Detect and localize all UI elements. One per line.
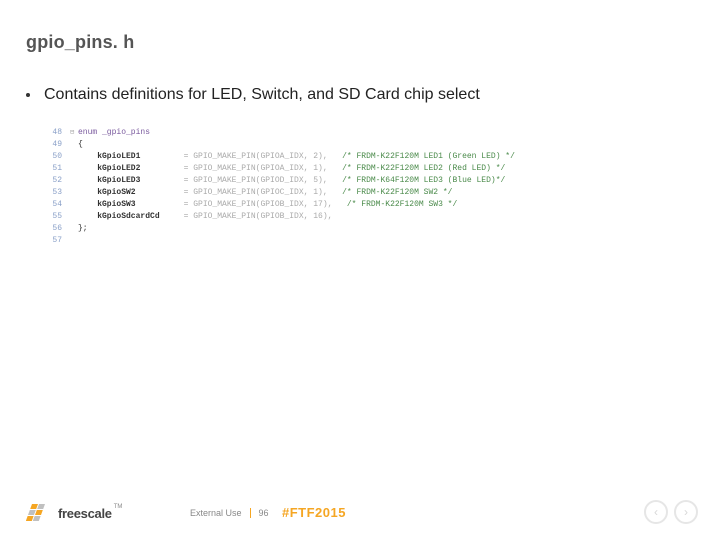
code-line: 53 kGpioSW2 = GPIO_MAKE_PIN(GPIOC_IDX, 1… bbox=[42, 187, 515, 199]
brand-logo: freescale TM bbox=[26, 504, 122, 522]
prev-slide-button[interactable]: ‹ bbox=[644, 500, 668, 524]
code-line: 49{ bbox=[42, 139, 515, 151]
page-number: 96 bbox=[259, 508, 269, 518]
code-line: 51 kGpioLED2 = GPIO_MAKE_PIN(GPIOA_IDX, … bbox=[42, 163, 515, 175]
chevron-right-icon: › bbox=[684, 505, 688, 519]
code-line: 55 kGpioSdcardCd = GPIO_MAKE_PIN(GPIOB_I… bbox=[42, 211, 515, 223]
code-line: 52 kGpioLED3 = GPIO_MAKE_PIN(GPIOD_IDX, … bbox=[42, 175, 515, 187]
footer: freescale TM External Use 96 #FTF2015 ‹ … bbox=[0, 494, 720, 522]
bullet-dot-icon bbox=[26, 93, 30, 97]
event-hashtag: #FTF2015 bbox=[282, 505, 346, 520]
page-title: gpio_pins. h bbox=[26, 32, 134, 53]
freescale-logo-icon bbox=[26, 504, 52, 522]
footer-meta: External Use 96 bbox=[190, 508, 269, 518]
code-line: 48⊟enum _gpio_pins bbox=[42, 127, 515, 139]
divider-icon bbox=[250, 508, 251, 518]
bullet-text: Contains definitions for LED, Switch, an… bbox=[44, 86, 480, 104]
code-line: 57 bbox=[42, 235, 515, 247]
code-line: 56}; bbox=[42, 223, 515, 235]
trademark: TM bbox=[114, 504, 123, 510]
code-snippet: 48⊟enum _gpio_pins49{50 kGpioLED1 = GPIO… bbox=[42, 127, 515, 247]
classification-label: External Use bbox=[190, 508, 242, 518]
brand-name: freescale bbox=[58, 506, 112, 521]
code-line: 54 kGpioSW3 = GPIO_MAKE_PIN(GPIOB_IDX, 1… bbox=[42, 199, 515, 211]
code-line: 50 kGpioLED1 = GPIO_MAKE_PIN(GPIOA_IDX, … bbox=[42, 151, 515, 163]
next-slide-button[interactable]: › bbox=[674, 500, 698, 524]
bullet-item: Contains definitions for LED, Switch, an… bbox=[26, 86, 480, 104]
chevron-left-icon: ‹ bbox=[654, 505, 658, 519]
slide-nav: ‹ › bbox=[644, 500, 698, 524]
